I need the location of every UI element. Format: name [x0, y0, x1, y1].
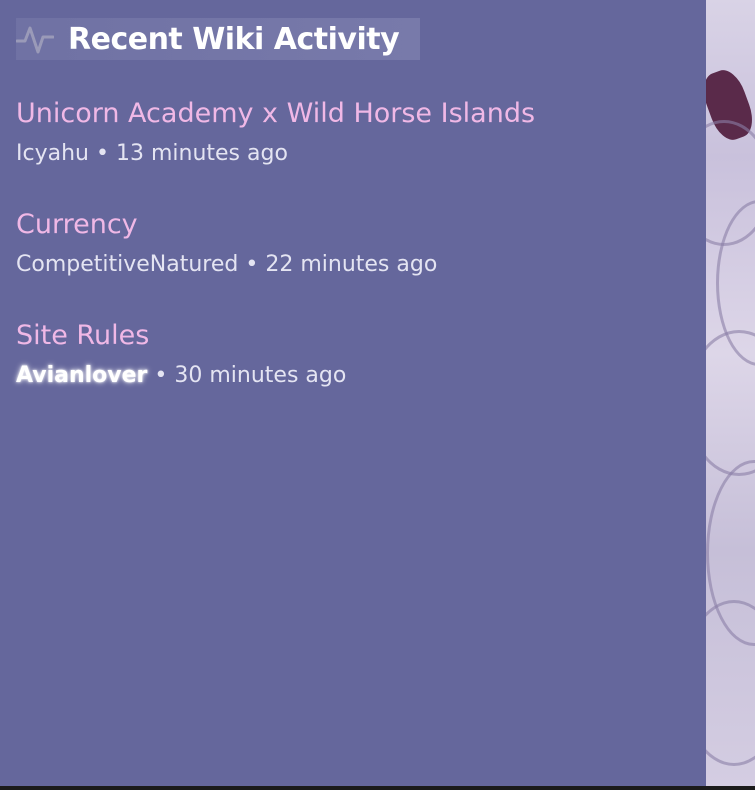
- recent-wiki-activity-panel: Recent Wiki Activity Unicorn Academy x W…: [0, 0, 706, 786]
- activity-pulse-icon: [16, 18, 56, 60]
- activity-item: Currency CompetitiveNatured • 22 minutes…: [16, 205, 696, 316]
- panel-header: Recent Wiki Activity: [16, 18, 420, 60]
- bottom-edge: [0, 786, 755, 790]
- meta-separator: •: [95, 141, 109, 166]
- activity-meta: CompetitiveNatured • 22 minutes ago: [16, 245, 696, 285]
- activity-list: Unicorn Academy x Wild Horse Islands Icy…: [16, 94, 696, 427]
- activity-meta: Avianlover • 30 minutes ago: [16, 356, 696, 396]
- activity-item: Unicorn Academy x Wild Horse Islands Icy…: [16, 94, 696, 205]
- activity-timestamp: 30 minutes ago: [174, 363, 347, 388]
- meta-separator: •: [245, 252, 259, 277]
- meta-separator: •: [154, 363, 168, 388]
- activity-meta: Icyahu • 13 minutes ago: [16, 134, 696, 174]
- activity-page-link[interactable]: Site Rules: [16, 316, 149, 356]
- activity-item: Site Rules Avianlover • 30 minutes ago: [16, 316, 696, 427]
- activity-user-link[interactable]: Avianlover: [16, 363, 147, 388]
- activity-user-link[interactable]: CompetitiveNatured: [16, 252, 238, 277]
- panel-title: Recent Wiki Activity: [68, 21, 400, 57]
- activity-timestamp: 13 minutes ago: [115, 141, 288, 166]
- activity-user-link[interactable]: Icyahu: [16, 141, 89, 166]
- activity-page-link[interactable]: Currency: [16, 205, 138, 245]
- activity-timestamp: 22 minutes ago: [265, 252, 438, 277]
- background-artwork: [706, 0, 755, 786]
- page: Recent Wiki Activity Unicorn Academy x W…: [0, 0, 755, 790]
- activity-page-link[interactable]: Unicorn Academy x Wild Horse Islands: [16, 94, 535, 134]
